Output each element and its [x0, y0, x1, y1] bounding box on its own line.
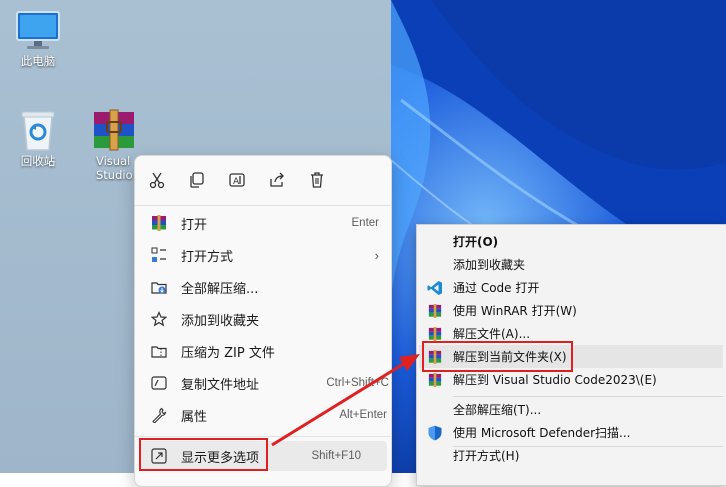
quick-action-bar: A — [135, 164, 391, 196]
menu-item-copy-path[interactable]: 复制文件地址 Ctrl+Shift+C — [139, 368, 389, 398]
menu-item-label: 全部解压缩(T)... — [453, 403, 542, 417]
menu-item-shortcut: Shift+F10 — [311, 450, 361, 462]
classic-item-add-favorites[interactable]: 添加到收藏夹 — [417, 253, 726, 276]
delete-icon — [311, 172, 323, 188]
cut-icon — [149, 172, 165, 189]
menu-item-label: 解压到 Visual Studio Code2023\(E) — [453, 373, 657, 387]
classic-item-extract-all[interactable]: 全部解压缩(T)... — [417, 398, 726, 421]
classic-item-defender-scan[interactable]: 使用 Microsoft Defender扫描... — [417, 421, 726, 444]
menu-item-shortcut: Enter — [351, 217, 380, 229]
chevron-right-icon: › — [374, 247, 379, 263]
delete-button[interactable] — [301, 164, 333, 196]
menu-item-label: 打开方式(H) — [453, 449, 520, 463]
desktop-icon-recycle-bin[interactable]: 回收站 — [8, 108, 68, 168]
classic-item-open-winrar[interactable]: 使用 WinRAR 打开(W) — [417, 299, 726, 322]
extract-all-icon — [151, 282, 167, 294]
menu-item-label: 打开方式 — [181, 249, 234, 265]
annotation-box-show-more — [139, 438, 268, 471]
classic-item-open-with-code[interactable]: 通过 Code 打开 — [417, 276, 726, 299]
winrar-icon — [428, 326, 442, 341]
winrar-archive-icon — [94, 109, 134, 151]
copy-button[interactable] — [181, 164, 213, 196]
vscode-icon — [427, 280, 442, 295]
menu-item-add-favorites[interactable]: 添加到收藏夹 — [139, 304, 387, 334]
svg-text:A: A — [233, 177, 240, 187]
menu-item-label: 打开(O) — [453, 235, 499, 249]
menu-item-label: 添加到收藏夹 — [181, 313, 260, 329]
menu-separator — [135, 436, 391, 437]
recycle-bin-icon — [21, 111, 55, 151]
winrar-icon — [152, 215, 166, 231]
share-icon — [270, 172, 284, 187]
menu-item-label: 添加到收藏夹 — [453, 258, 526, 272]
winrar-icon — [428, 372, 442, 387]
menu-item-shortcut: Alt+Enter — [339, 409, 387, 421]
menu-item-label: 复制文件地址 — [181, 377, 260, 393]
menu-separator — [135, 205, 391, 206]
menu-item-label: 全部解压缩... — [181, 281, 259, 297]
menu-item-label: 属性 — [181, 409, 208, 425]
star-icon — [151, 311, 167, 327]
menu-item-extract-all[interactable]: 全部解压缩... — [139, 272, 387, 302]
cut-button[interactable] — [141, 164, 173, 196]
menu-item-open-with[interactable]: 打开方式 › — [139, 240, 387, 270]
classic-item-open[interactable]: 打开(O) — [417, 230, 726, 253]
copy-icon — [190, 172, 204, 188]
menu-item-properties[interactable]: 属性 Alt+Enter — [139, 400, 387, 430]
wrench-icon — [152, 407, 167, 423]
menu-item-compress-zip[interactable]: 压缩为 ZIP 文件 — [139, 336, 387, 366]
desktop-icon-label: 此电脑 — [20, 54, 56, 68]
classic-item-open-with[interactable]: 打开方式(H) — [417, 444, 726, 467]
rename-button[interactable]: A — [221, 164, 253, 196]
menu-item-shortcut: Ctrl+Shift+C — [326, 377, 389, 389]
menu-item-label: 解压文件(A)... — [453, 327, 531, 341]
menu-item-label: 打开 — [181, 217, 208, 233]
menu-item-label: 使用 Microsoft Defender扫描... — [453, 426, 631, 440]
menu-item-label: 压缩为 ZIP 文件 — [181, 345, 275, 361]
desktop-icon-label: 回收站 — [20, 154, 56, 168]
menu-item-label: 使用 WinRAR 打开(W) — [453, 304, 577, 318]
menu-separator — [453, 396, 723, 397]
annotation-box-extract-here — [422, 341, 573, 372]
winrar-icon — [428, 303, 442, 318]
menu-item-open[interactable]: 打开 Enter — [139, 208, 387, 238]
copy-path-icon — [151, 376, 167, 390]
open-with-icon — [151, 247, 166, 262]
defender-shield-icon — [428, 425, 442, 440]
share-button[interactable] — [261, 164, 293, 196]
zip-icon — [151, 346, 167, 358]
menu-item-label: 通过 Code 打开 — [453, 281, 540, 295]
rename-icon: A — [229, 173, 245, 187]
monitor-icon — [16, 11, 60, 49]
desktop-icon-this-pc[interactable]: 此电脑 — [8, 10, 68, 68]
